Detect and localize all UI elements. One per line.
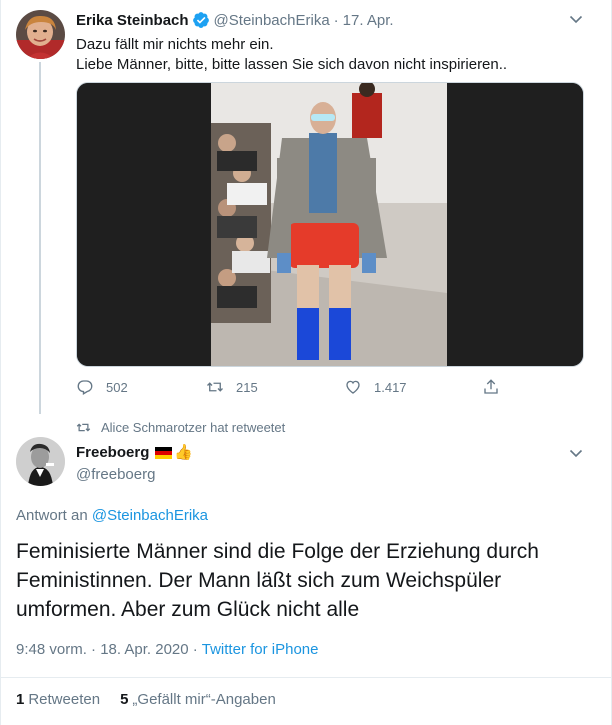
share-icon xyxy=(484,379,498,394)
tweet1-media-image[interactable] xyxy=(76,82,584,367)
reply-count: 502 xyxy=(106,379,128,395)
reply-icon xyxy=(77,380,93,395)
verified-badge-icon xyxy=(192,12,209,28)
separator-dot: · xyxy=(333,11,339,29)
tweet2-stats: 1 Retweeten 5 „Gefällt mir“-Angaben xyxy=(16,691,296,708)
likes-label: „Gefällt mir“-Angaben xyxy=(132,691,276,708)
tweet1-date[interactable]: 17. Apr. xyxy=(343,12,394,29)
tweet2-timestamp[interactable]: 9:48 vorm. · 18. Apr. 2020 · xyxy=(16,641,198,658)
tweet1-text: Dazu fällt mir nichts mehr ein. Liebe Mä… xyxy=(76,35,507,75)
replying-to-line: Antwort an @SteinbachErika xyxy=(16,507,208,524)
stats-top-divider xyxy=(0,677,612,678)
tweet2-metadata: 9:48 vorm. · 18. Apr. 2020 · Twitter for… xyxy=(16,641,318,658)
chevron-down-icon[interactable] xyxy=(568,445,584,461)
retweets-label: Retweeten xyxy=(28,691,101,708)
replying-to-prefix: Antwort an xyxy=(16,507,88,524)
like-count: 1.417 xyxy=(374,379,407,395)
tweet1-action-bar: 502 215 1.417 xyxy=(76,378,498,400)
tweet2-header: Freeboerg 👍 xyxy=(76,444,193,461)
retweets-stat[interactable]: 1 Retweeten xyxy=(16,691,100,708)
likes-count: 5 xyxy=(120,691,129,708)
share-action[interactable] xyxy=(482,378,512,396)
retweet-icon xyxy=(207,382,223,392)
avatar-freeboerg[interactable] xyxy=(16,437,65,486)
tweet2-author-handle[interactable]: @freeboerg xyxy=(76,466,155,483)
avatar-erika-steinbach[interactable] xyxy=(16,10,65,59)
retweet-count: 215 xyxy=(236,379,258,395)
tweet1-text-line1: Dazu fällt mir nichts mehr ein. xyxy=(76,36,274,53)
thread-connector-line xyxy=(39,62,41,414)
tweet2-author-name[interactable]: Freeboerg xyxy=(76,444,149,461)
chevron-down-icon[interactable] xyxy=(568,11,584,27)
likes-stat[interactable]: 5 „Gefällt mir“-Angaben xyxy=(120,691,276,708)
tweet1-text-line2: Liebe Männer, bitte, bitte lassen Sie si… xyxy=(76,56,508,73)
tweet1-header: Erika Steinbach @SteinbachErika · 17. Ap… xyxy=(76,11,394,29)
retweets-count: 1 xyxy=(16,691,25,708)
german-flag-icon xyxy=(155,446,173,459)
retweet-action[interactable]: 215 xyxy=(206,378,258,396)
replying-to-link[interactable]: @SteinbachErika xyxy=(92,507,208,524)
retweet-icon xyxy=(76,423,91,432)
frame-left-border xyxy=(0,0,1,725)
retweeted-by-notice: Alice Schmarotzer hat retweetet xyxy=(76,420,285,435)
thumbs-up-icon: 👍 xyxy=(174,444,194,461)
like-action[interactable]: 1.417 xyxy=(344,378,407,396)
retweeted-by-text[interactable]: Alice Schmarotzer hat retweetet xyxy=(101,420,285,435)
tweet1-author-name[interactable]: Erika Steinbach xyxy=(76,12,189,29)
like-icon xyxy=(346,380,360,394)
tweet1-author-handle[interactable]: @SteinbachErika xyxy=(214,12,330,29)
tweet2-source-link[interactable]: Twitter for iPhone xyxy=(202,641,319,658)
reply-action[interactable]: 502 xyxy=(76,378,128,396)
tweet2-text: Feminisierte Männer sind die Folge der E… xyxy=(16,540,539,621)
